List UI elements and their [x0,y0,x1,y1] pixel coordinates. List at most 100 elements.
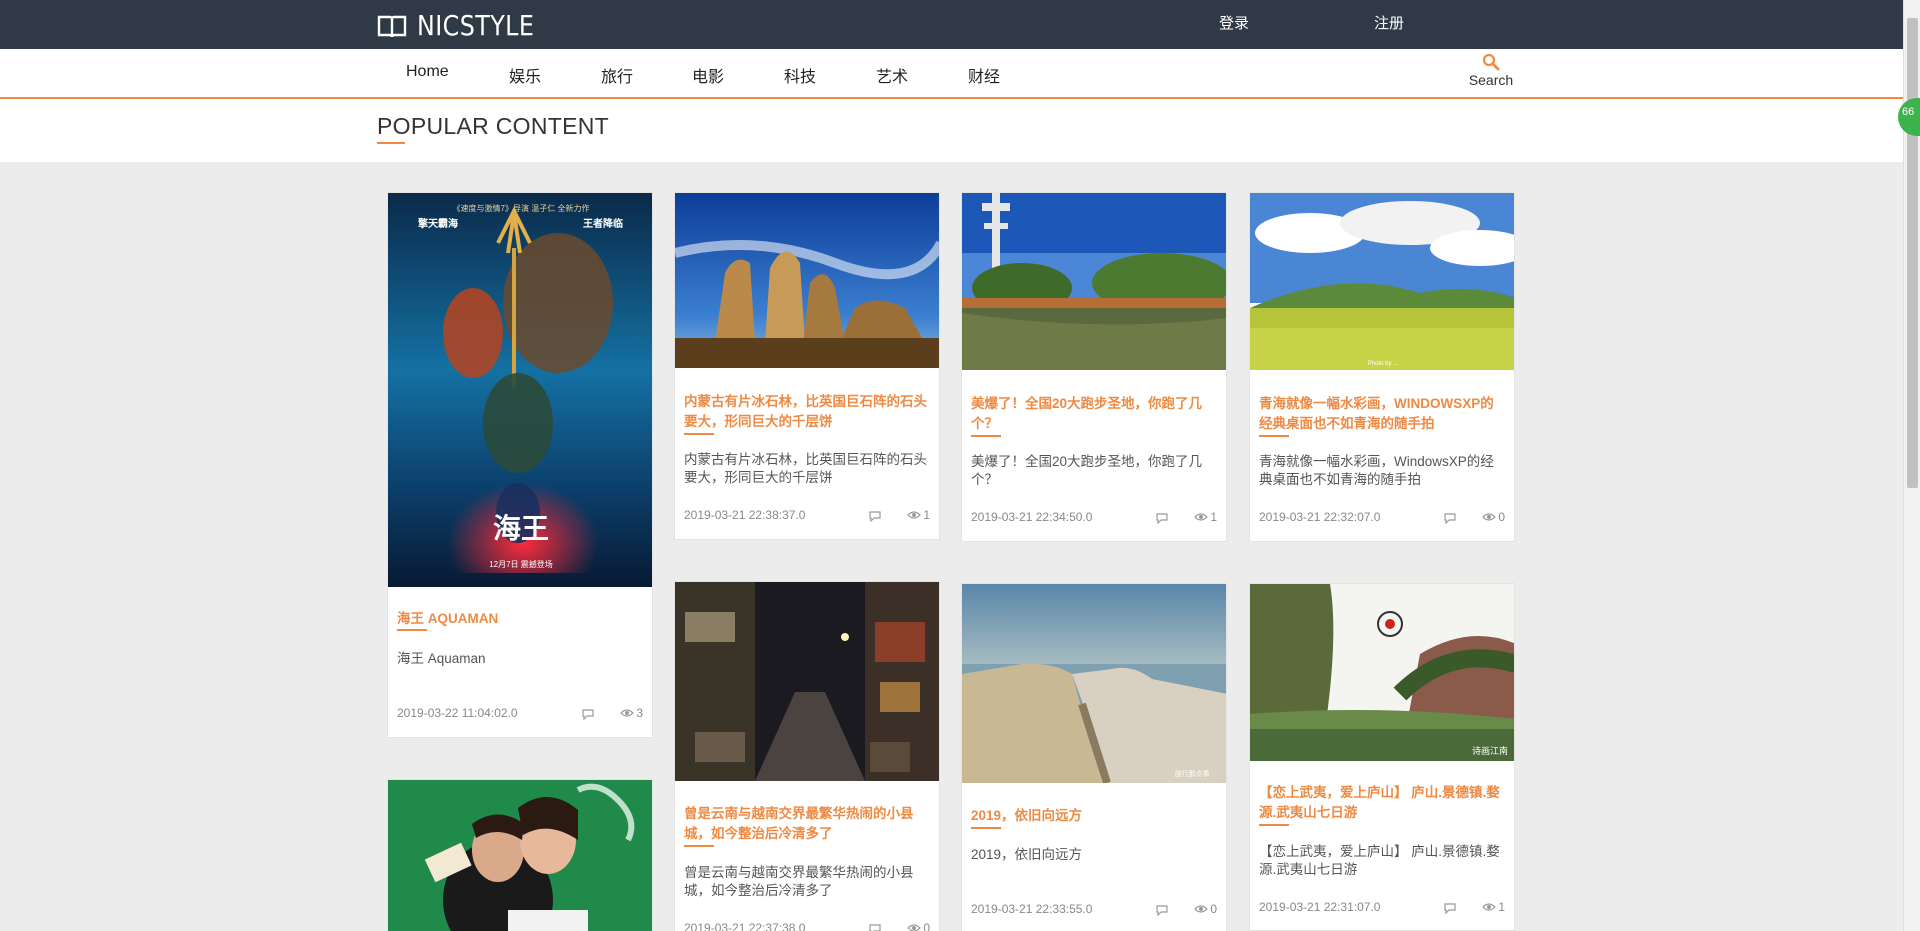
article-date: 2019-03-21 22:31:07.0 [1259,900,1381,914]
view-count: 1 [1482,900,1505,914]
article-meta: 2019-03-22 11:04:02.0 3 [397,706,643,722]
comment-icon[interactable] [1155,512,1169,524]
article-date: 2019-03-21 22:37:38.0 [684,921,806,931]
title-underline [971,827,1001,829]
eye-icon [907,924,922,931]
eye-icon [1194,905,1209,913]
article-title[interactable]: 2019，依旧向远方 [971,806,1217,826]
view-count-value: 0 [923,921,930,931]
view-count: 0 [1482,510,1505,524]
article-desc: 曾是云南与越南交界最繁华热闹的小县城，如今整治后冷清多了 [684,865,914,898]
brand-logo[interactable]: NICSTYLE [377,9,555,42]
article-card[interactable]: 美爆了！全国20大跑步圣地，你跑了几个？ 美爆了！全国20大跑步圣地，你跑了几个… [961,192,1227,542]
view-count: 0 [1194,902,1217,916]
page-scrollbar[interactable] [1903,0,1920,931]
article-desc: 青海就像一幅水彩画，WindowsXP的经典桌面也不如青海的随手拍 [1259,454,1494,487]
article-date: 2019-03-21 22:33:55.0 [971,902,1093,916]
watermark: 旅行那点事 [1175,769,1210,778]
article-date: 2019-03-21 22:34:50.0 [971,510,1093,524]
article-date: 2019-03-21 22:32:07.0 [1259,510,1381,524]
article-title[interactable]: 【恋上武夷，爱上庐山】 庐山.景德镇.婺源.武夷山七日游 [1259,783,1505,823]
eye-icon [1482,903,1497,911]
article-image[interactable]: 旅行那点事 [962,584,1226,783]
article-title[interactable]: 曾是云南与越南交界最繁华热闹的小县城，如今整治后冷清多了 [684,804,930,844]
photo-credit: Photo by ... [1368,361,1399,367]
view-count-value: 0 [1210,902,1217,916]
view-count: 1 [907,508,930,522]
article-meta: 2019-03-21 22:33:55.0 0 [971,902,1217,918]
article-desc: 【恋上武夷，爱上庐山】 庐山.景德镇.婺源.武夷山七日游 [1259,844,1500,877]
eye-icon [1482,513,1497,521]
nav-item-tech[interactable]: 科技 [784,63,816,87]
view-count: 1 [1194,510,1217,524]
article-title[interactable]: 美爆了！全国20大跑步圣地，你跑了几个？ [971,394,1217,434]
login-link[interactable]: 登录 [1219,12,1249,33]
poster-title: 海王 [493,513,549,544]
section-header: POPULAR CONTENT [0,99,1920,162]
article-card[interactable]: 旅行那点事 2019，依旧向远方 2019，依旧向远方 2019-03-21 2… [961,583,1227,931]
poster-date: 12月7日 震撼登场 [489,559,553,569]
nav-item-movie[interactable]: 电影 [692,63,724,87]
comment-icon[interactable] [1155,904,1169,916]
eye-icon [620,709,635,717]
article-title[interactable]: 青海就像一幅水彩画，WINDOWSXP的经典桌面也不如青海的随手拍 [1259,394,1505,434]
main-nav: Home 娱乐 旅行 电影 科技 艺术 财经 Search [0,49,1920,99]
article-card[interactable]: 内蒙古有片冰石林，比英国巨石阵的石头要大，形同巨大的千层饼 内蒙古有片冰石林，比… [674,192,940,540]
article-title[interactable]: 内蒙古有片冰石林，比英国巨石阵的石头要大，形同巨大的千层饼 [684,392,930,432]
view-count: 3 [620,706,643,720]
poster-left-slogan: 擎天霸海 [418,217,458,230]
article-date: 2019-03-22 11:04:02.0 [397,706,518,720]
article-image[interactable] [675,582,939,781]
nav-item-art[interactable]: 艺术 [876,63,908,87]
article-card[interactable] [387,779,653,931]
view-count-value: 1 [1498,900,1505,914]
nav-item-home[interactable]: Home [406,63,449,81]
article-meta: 2019-03-21 22:34:50.0 1 [971,510,1217,526]
section-title-underline [377,142,405,144]
article-image[interactable] [962,193,1226,370]
article-date: 2019-03-21 22:38:37.0 [684,508,806,522]
open-book-icon [377,15,407,37]
article-card[interactable]: Photo by ... 青海就像一幅水彩画，WINDOWSXP的经典桌面也不如… [1249,192,1515,542]
article-image[interactable]: 诗画江南 [1250,584,1514,761]
view-count-value: 1 [923,508,930,522]
poster-right-slogan: 王者降临 [583,217,623,230]
watermark: 诗画江南 [1472,745,1508,756]
article-card[interactable]: 曾是云南与越南交界最繁华热闹的小县城，如今整治后冷清多了 曾是云南与越南交界最繁… [674,581,940,931]
article-image[interactable]: 《速度与激情7》导演 温子仁 全新力作 擎天霸海 王者降临 海王 12月7日 震… [388,193,652,587]
article-card[interactable]: 诗画江南 【恋上武夷，爱上庐山】 庐山.景德镇.婺源.武夷山七日游 【恋上武夷，… [1249,583,1515,931]
nav-item-finance[interactable]: 财经 [968,63,1000,87]
comment-icon[interactable] [581,708,595,720]
search-icon [1482,53,1500,71]
article-meta: 2019-03-21 22:37:38.0 0 [684,921,930,931]
nav-item-travel[interactable]: 旅行 [601,63,633,87]
title-underline [1259,824,1289,826]
search-label: Search [1468,72,1514,88]
article-desc: 内蒙古有片冰石林，比英国巨石阵的石头要大，形同巨大的千层饼 [684,452,927,485]
poster-tagline: 《速度与激情7》导演 温子仁 全新力作 [453,203,590,213]
article-image[interactable]: Photo by ... [1250,193,1514,370]
title-underline [1259,435,1289,437]
article-meta: 2019-03-21 22:38:37.0 1 [684,508,930,524]
title-underline [971,435,1001,437]
section-title: POPULAR CONTENT [377,113,609,139]
register-link[interactable]: 注册 [1374,12,1404,33]
search-button[interactable]: Search [1468,49,1514,88]
article-card[interactable]: 《速度与激情7》导演 温子仁 全新力作 擎天霸海 王者降临 海王 12月7日 震… [387,192,653,738]
comment-icon[interactable] [1443,512,1457,524]
scrollbar-thumb[interactable] [1907,18,1918,488]
comment-icon[interactable] [868,923,882,931]
nav-item-entertainment[interactable]: 娱乐 [509,63,541,87]
article-image[interactable] [388,780,652,931]
view-count-value: 3 [636,706,643,720]
title-underline [684,433,714,435]
view-count: 0 [907,921,930,931]
article-image[interactable] [675,193,939,368]
article-desc: 美爆了！全国20大跑步圣地，你跑了几个？ [971,454,1203,487]
eye-icon [1194,513,1209,521]
comment-icon[interactable] [1443,902,1457,914]
comment-icon[interactable] [868,510,882,522]
article-title[interactable]: 海王 AQUAMAN [397,609,643,629]
article-meta: 2019-03-21 22:31:07.0 1 [1259,900,1505,916]
brand-name: NICSTYLE [417,9,535,42]
